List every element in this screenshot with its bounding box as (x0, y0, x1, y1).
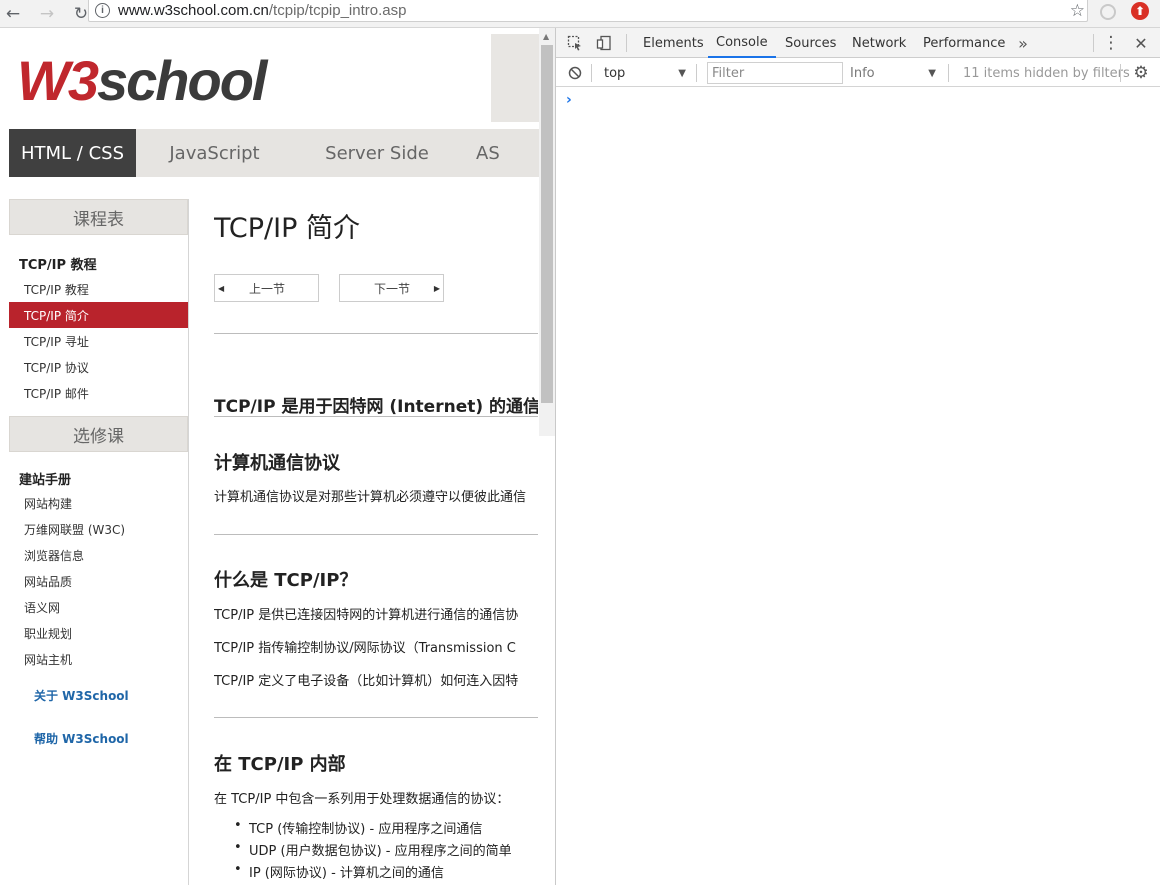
section-heading-what: 什么是 TCP/IP？ (214, 570, 358, 591)
scroll-up-icon[interactable]: ▲ (543, 32, 549, 41)
console-filter-input[interactable]: Filter (707, 62, 843, 84)
section-heading-protocol: 计算机通信协议 (214, 453, 340, 474)
section-text-protocol: 计算机通信协议是对那些计算机必须遵守以便彼此通信 (214, 490, 527, 505)
url-host: www.w3school.com.cn (118, 2, 269, 19)
tab-performance[interactable]: Performance (923, 28, 1005, 58)
hidden-items-note: 11 items hidden by filters (963, 65, 1130, 81)
console-toolbar: top ▼ Filter Info ▼ 11 items hidden by f… (556, 59, 1160, 87)
list-item: UDP (用户数据包协议) - 应用程序之间的简单 (234, 840, 512, 859)
bookmark-star-icon[interactable]: ☆ (1070, 1, 1085, 21)
sidebar-heading-electives: 选修课 (9, 416, 188, 452)
toolbar-divider (948, 64, 949, 82)
tab-elements[interactable]: Elements (643, 28, 704, 58)
divider (214, 416, 538, 417)
sidebar-item-site-build[interactable]: 网站构建 (9, 490, 188, 516)
nav-tab-html-css[interactable]: HTML / CSS (9, 129, 136, 177)
next-button[interactable]: 下一节 ▶ (339, 274, 444, 302)
toolbar-divider (1093, 34, 1094, 52)
page-scrollbar[interactable]: ▲ (539, 28, 555, 436)
log-level-select[interactable]: Info ▼ (850, 62, 938, 84)
sidebar-item-tutorial[interactable]: TCP/IP 教程 (9, 276, 188, 302)
dropdown-arrow-icon: ▼ (928, 67, 936, 79)
log-level-value: Info (850, 65, 875, 81)
sidebar-item-email[interactable]: TCP/IP 邮件 (9, 380, 188, 406)
nav-tab-javascript[interactable]: JavaScript (136, 129, 293, 177)
sidebar-heading-courses: 课程表 (9, 199, 188, 235)
prev-button[interactable]: ◀ 上一节 (214, 274, 319, 302)
toolbar-divider (1120, 64, 1121, 82)
sidebar-item-protocols[interactable]: TCP/IP 协议 (9, 354, 188, 380)
divider (214, 333, 538, 334)
scrollbar-thumb[interactable] (541, 45, 553, 403)
prev-arrow-icon: ◀ (218, 284, 225, 293)
next-label: 下一节 (374, 281, 411, 296)
browser-toolbar: ← → ↻ i www.w3school.com.cn/tcpip/tcpip_… (0, 0, 1160, 28)
context-value: top (604, 65, 626, 81)
extension-badge-icon[interactable]: ⬆ (1131, 2, 1149, 20)
sidebar-item-site-quality[interactable]: 网站品质 (9, 568, 188, 594)
prev-label: 上一节 (249, 281, 286, 296)
logo-school: school (97, 49, 267, 112)
lead-heading: TCP/IP 是用于因特网 (Internet) 的通信 (214, 397, 538, 417)
close-icon[interactable]: ✕ (1132, 28, 1150, 58)
toolbar-divider (696, 64, 697, 82)
divider (214, 717, 538, 718)
sidebar: 课程表 TCP/IP 教程 TCP/IP 教程 TCP/IP 简介 TCP/IP… (9, 199, 189, 885)
sidebar-section2-title: 建站手册 (19, 473, 72, 488)
gear-icon[interactable]: ⚙ (1130, 58, 1152, 88)
extension-icon[interactable] (1100, 4, 1116, 20)
tab-console[interactable]: Console (708, 28, 776, 58)
ad-placeholder (491, 34, 541, 122)
sidebar-section-title: TCP/IP 教程 (19, 258, 97, 273)
more-tabs-icon[interactable]: » (1015, 28, 1031, 58)
sidebar-item-semantic-web[interactable]: 语义网 (9, 594, 188, 620)
w3school-logo[interactable]: W3school (17, 48, 267, 113)
devtools-tabbar: Elements Console Sources Network Perform… (556, 28, 1160, 58)
url-path: /tcpip/tcpip_intro.asp (268, 2, 407, 19)
address-bar[interactable]: i www.w3school.com.cn/tcpip/tcpip_intro.… (88, 0, 1088, 22)
main-content: TCP/IP 简介 ◀ 上一节 下一节 ▶ TCP/IP 是用于因特网 (Int… (214, 199, 538, 885)
toolbar-divider (626, 34, 627, 52)
site-info-icon[interactable]: i (95, 3, 110, 18)
nav-tab-server-side[interactable]: Server Side (293, 129, 461, 177)
console-prompt[interactable]: › (566, 92, 572, 108)
sidebar-link-about[interactable]: 关于 W3School (9, 687, 188, 704)
section-text-what-1: TCP/IP 是供已连接因特网的计算机进行通信的通信协 (214, 608, 519, 623)
sidebar-item-w3c[interactable]: 万维网联盟 (W3C) (9, 516, 188, 542)
section-heading-inside: 在 TCP/IP 内部 (214, 754, 346, 775)
sidebar-item-browser-info[interactable]: 浏览器信息 (9, 542, 188, 568)
devtools-panel: Elements Console Sources Network Perform… (555, 28, 1160, 885)
nav-tab-asp[interactable]: AS (461, 129, 500, 177)
section-text-inside: 在 TCP/IP 中包含一系列用于处理数据通信的协议： (214, 792, 510, 807)
section-text-what-2: TCP/IP 指传输控制协议/网际协议（Transmission C (214, 641, 516, 656)
forward-icon[interactable]: → (36, 3, 58, 25)
sidebar-link-help[interactable]: 帮助 W3School (9, 730, 188, 747)
page-viewport: W3school HTML / CSS JavaScript Server Si… (0, 28, 555, 885)
page-title: TCP/IP 简介 (214, 213, 360, 244)
top-nav: HTML / CSS JavaScript Server Side AS (9, 129, 539, 177)
back-icon[interactable]: ← (2, 3, 24, 25)
sidebar-item-addressing[interactable]: TCP/IP 寻址 (9, 328, 188, 354)
list-item: IP (网际协议) - 计算机之间的通信 (234, 862, 444, 881)
next-arrow-icon: ▶ (433, 284, 440, 293)
sidebar-item-career[interactable]: 职业规划 (9, 620, 188, 646)
device-toolbar-icon[interactable] (593, 28, 615, 58)
sidebar-item-intro[interactable]: TCP/IP 简介 (9, 302, 188, 328)
dropdown-arrow-icon: ▼ (678, 67, 686, 79)
divider (214, 534, 538, 535)
tab-sources[interactable]: Sources (785, 28, 836, 58)
clear-console-icon[interactable] (566, 58, 584, 88)
tab-network[interactable]: Network (852, 28, 906, 58)
toolbar-divider (591, 64, 592, 82)
section-text-what-3: TCP/IP 定义了电子设备（比如计算机）如何连入因特 (214, 674, 519, 689)
logo-w3: W3 (17, 49, 99, 112)
sidebar-item-hosting[interactable]: 网站主机 (9, 646, 188, 672)
inspect-element-icon[interactable] (564, 28, 586, 58)
context-select[interactable]: top ▼ (596, 62, 688, 84)
menu-kebab-icon[interactable]: ⋮ (1103, 28, 1120, 58)
list-item: TCP (传输控制协议) - 应用程序之间通信 (234, 818, 482, 837)
